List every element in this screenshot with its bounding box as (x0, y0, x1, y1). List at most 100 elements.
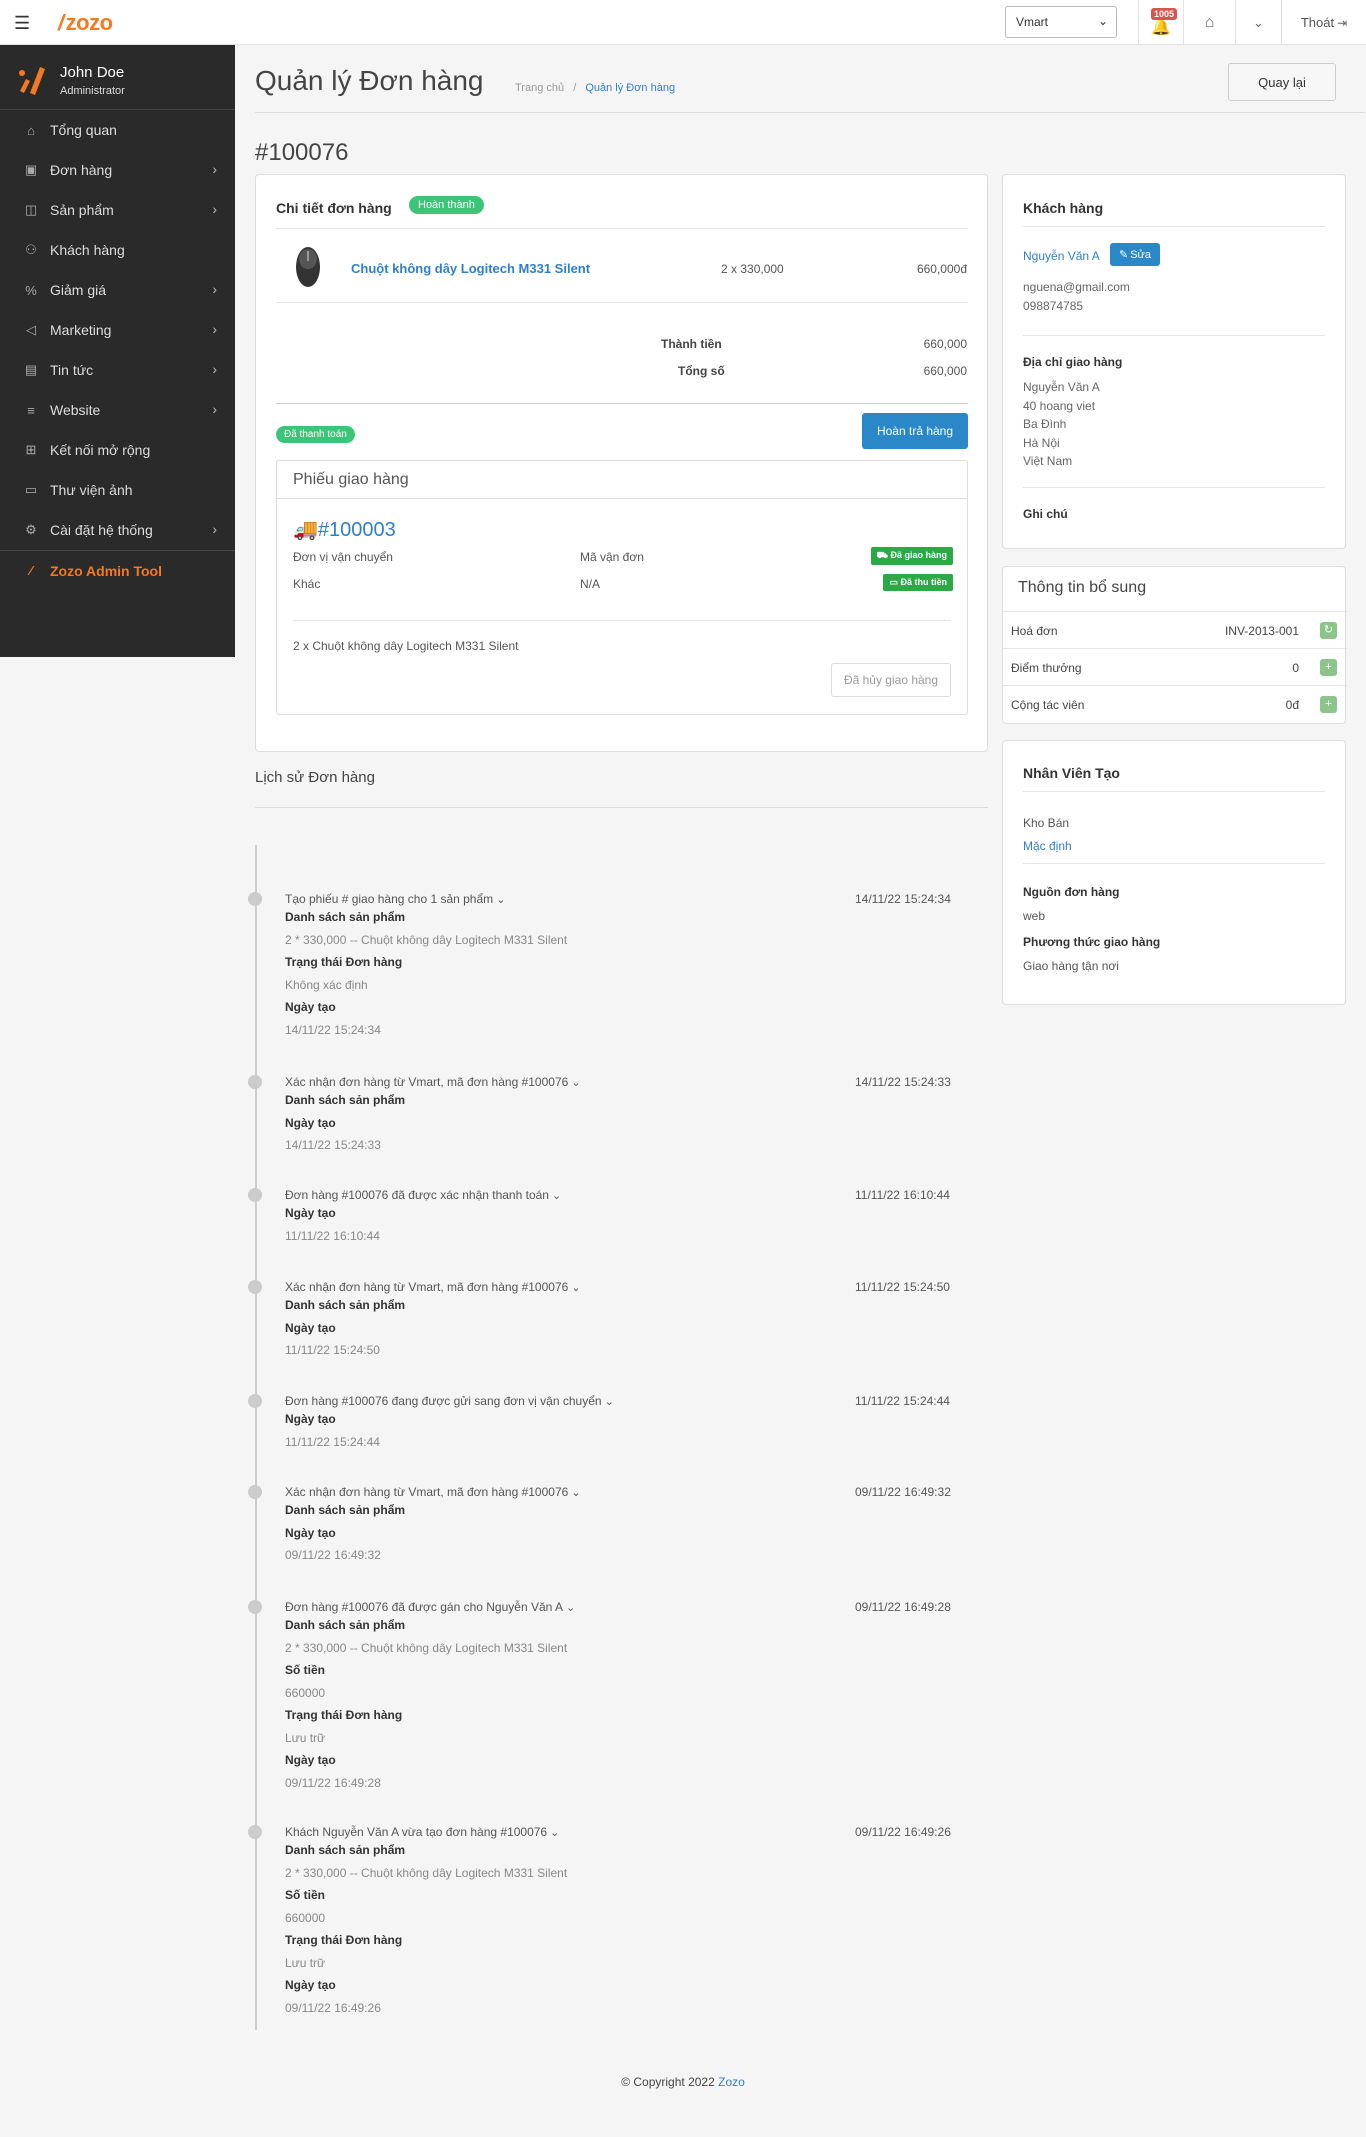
customer-phone: 098874785 (1023, 299, 1084, 313)
history-entry-time: 14/11/22 15:24:34 (855, 892, 951, 906)
sidebar-item-3[interactable]: ⚇ Khách hàng (0, 230, 235, 270)
sidebar-item-8[interactable]: ⊞ Kết nối mở rộng (0, 430, 235, 470)
notification-button[interactable]: 🔔 1005 (1138, 0, 1183, 45)
card-icon: ▭ (889, 577, 898, 587)
bag-icon: ◫ (24, 202, 38, 217)
account-dropdown[interactable]: ⌄ (1235, 0, 1281, 45)
timeline-dot (248, 1075, 262, 1089)
timeline-dot (248, 1394, 262, 1408)
address-line: Hà Nội (1023, 435, 1060, 450)
sidebar-item-0[interactable]: ⌂ Tổng quan (0, 110, 235, 150)
chevron-down-icon: ⌄ (601, 1396, 614, 1408)
history-field-value: 2 * 330,000 -- Chuột không dây Logitech … (285, 932, 568, 947)
history-entry-title[interactable]: Xác nhận đơn hàng từ Vmart, mã đơn hàng … (285, 1280, 581, 1294)
history-field-label: Ngày tạo (285, 1978, 336, 1992)
total-value: 660,000 (923, 364, 967, 378)
timeline-dot (248, 1485, 262, 1499)
note-title: Ghi chú (1023, 507, 1068, 521)
address-line: Việt Nam (1023, 454, 1073, 468)
history-entry-title[interactable]: Đơn hàng #100076 đã được xác nhận thanh … (285, 1188, 561, 1202)
history-field-label: Danh sách sản phẩm (285, 1503, 406, 1517)
back-button[interactable]: Quay lại (1228, 63, 1336, 101)
timeline-line (255, 845, 257, 2030)
sidebar-item-4[interactable]: % Giảm giá › (0, 270, 235, 310)
history-entry-title[interactable]: Xác nhận đơn hàng từ Vmart, mã đơn hàng … (285, 1075, 581, 1089)
admin-tool-link[interactable]: ⁄ Zozo Admin Tool (0, 550, 235, 590)
chevron-down-icon: ⌄ (493, 894, 506, 906)
history-field-label: Ngày tạo (285, 1753, 336, 1767)
megaphone-icon: ◁ (26, 322, 36, 337)
product-total: 660,000đ (916, 262, 967, 276)
sidebar-item-5[interactable]: ◁ Marketing › (0, 310, 235, 350)
product-name-link[interactable]: Chuột không dây Logitech M331 Silent (351, 261, 590, 276)
history-entry-title[interactable]: Đơn hàng #100076 đã được gán cho Nguyễn … (285, 1600, 575, 1614)
chevron-down-icon: ⌄ (562, 1602, 576, 1614)
plus-icon[interactable]: + (1320, 696, 1337, 713)
row-value: INV-2013-001 (1224, 624, 1299, 638)
carrier-label: Đơn vị vận chuyển (293, 550, 393, 564)
logout-button[interactable]: Thoát ⇥ (1281, 0, 1366, 45)
footer-brand-link[interactable]: Zozo (718, 2075, 745, 2089)
edit-customer-button[interactable]: ✎ Sửa (1110, 243, 1160, 266)
logout-icon: ⇥ (1337, 15, 1348, 30)
sidebar-item-7[interactable]: ≡ Website › (0, 390, 235, 430)
breadcrumb-current[interactable]: Quản lý Đơn hàng (585, 82, 675, 94)
history-entry-title[interactable]: Tạo phiếu # giao hàng cho 1 sản phẩm ⌄ (285, 892, 505, 906)
sidebar-item-2[interactable]: ◫ Sản phẩm › (0, 190, 235, 230)
chevron-down-icon: ⌄ (1097, 14, 1108, 28)
timeline-dot (248, 1825, 262, 1839)
chevron-right-icon: › (212, 161, 217, 177)
sidebar-item-label: Website (50, 402, 101, 418)
history-entry-time: 11/11/22 15:24:44 (855, 1394, 950, 1408)
row-value: 0đ (1285, 698, 1299, 712)
source-title: Nguồn đơn hàng (1023, 885, 1120, 899)
timeline-dot (248, 1280, 262, 1294)
home-button[interactable]: ⌂ (1183, 0, 1235, 45)
truck-icon: ⛟ (876, 550, 888, 560)
customer-title: Khách hàng (1023, 200, 1104, 216)
history-field-label: Danh sách sản phẩm (285, 910, 406, 924)
refresh-icon[interactable]: ↻ (1320, 622, 1337, 639)
total-label: Tổng số (678, 364, 725, 378)
cancelled-shipment-button[interactable]: Đã hủy giao hàng (831, 663, 951, 697)
divider (255, 112, 1365, 113)
shipment-number[interactable]: 🚚#100003 (293, 517, 396, 542)
store-select[interactable]: Vmart ⌄ (1005, 6, 1117, 38)
sidebar: John Doe Administrator ⌂ Tổng quan ▣ Đơn hà… (0, 45, 235, 657)
sidebar-item-label: Tổng quan (50, 122, 117, 138)
hamburger-menu-icon[interactable]: ☰ (14, 13, 34, 33)
chevron-down-icon: ⌄ (568, 1487, 581, 1499)
delivered-tag: ⛟ Đã giao hàng (870, 547, 953, 565)
warehouse-value[interactable]: Mặc định (1023, 839, 1072, 853)
chevron-right-icon: › (212, 281, 217, 297)
users-icon: ⚇ (25, 242, 37, 257)
user-name: John Doe (60, 64, 125, 81)
plus-icon[interactable]: + (1320, 659, 1337, 676)
sidebar-item-9[interactable]: ▭ Thư viện ảnh (0, 470, 235, 510)
customer-name-link[interactable]: Nguyễn Văn A (1023, 249, 1100, 263)
breadcrumb-home[interactable]: Trang chủ (515, 82, 564, 94)
history-entry-time: 09/11/22 16:49:32 (855, 1485, 951, 1499)
history-title: Lịch sử Đơn hàng (255, 769, 375, 786)
history-entry-title[interactable]: Xác nhận đơn hàng từ Vmart, mã đơn hàng … (285, 1485, 581, 1499)
return-order-button[interactable]: Hoàn trả hàng (862, 413, 968, 449)
history-field-label: Danh sách sản phẩm (285, 1093, 406, 1107)
sidebar-item-10[interactable]: ⚙ Cài đặt hệ thống › (0, 510, 235, 550)
subtotal-label: Thành tiền (661, 337, 722, 351)
sidebar-nav: ⌂ Tổng quan ▣ Đơn hàng › ◫ Sản phẩm › ⚇ Khách hàn… (0, 110, 235, 550)
brand-logo[interactable]: /zozo (58, 10, 113, 36)
sidebar-item-6[interactable]: ▤ Tin tức › (0, 350, 235, 390)
address-line: Nguyễn Văn A (1023, 380, 1100, 394)
menu-icon: ≡ (27, 402, 35, 418)
sidebar-item-label: Tin tức (50, 362, 94, 378)
tracking-value: N/A (580, 577, 601, 591)
history-entry-title[interactable]: Khách Nguyễn Văn A vừa tạo đơn hàng #100… (285, 1825, 559, 1839)
copyright-text: © Copyright 2022 (621, 2075, 715, 2089)
payment-status-badge: Đã thanh toán (276, 426, 355, 443)
extra-info-row: Hoá đơn INV-2013-001 ↻ (1003, 611, 1347, 648)
sidebar-item-1[interactable]: ▣ Đơn hàng › (0, 150, 235, 190)
history-field-value: 09/11/22 16:49:28 (285, 1775, 381, 1790)
chevron-right-icon: › (212, 321, 217, 337)
history-entry-title[interactable]: Đơn hàng #100076 đang được gửi sang đơn … (285, 1394, 614, 1408)
chevron-right-icon: › (212, 521, 217, 537)
